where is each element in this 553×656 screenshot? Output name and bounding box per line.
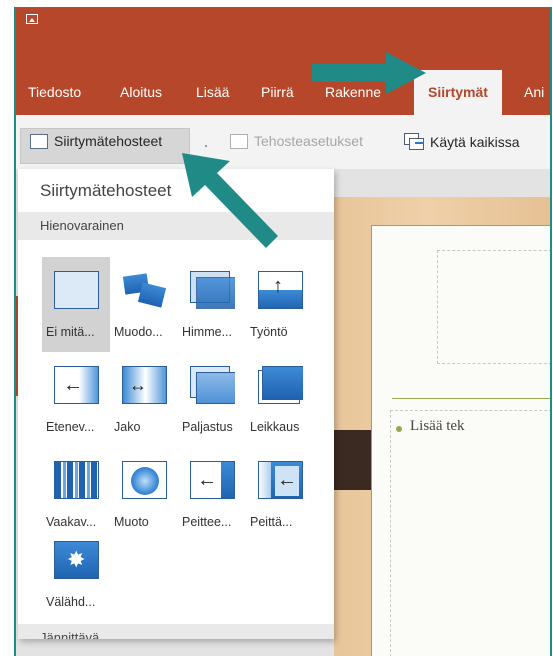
annotation-arrows <box>182 52 426 248</box>
arrow-upleft-icon <box>182 153 278 248</box>
app-window: Tiedosto Aloitus Lisää Piirrä Rakenne Si… <box>14 7 552 656</box>
arrow-right-icon <box>312 52 426 94</box>
